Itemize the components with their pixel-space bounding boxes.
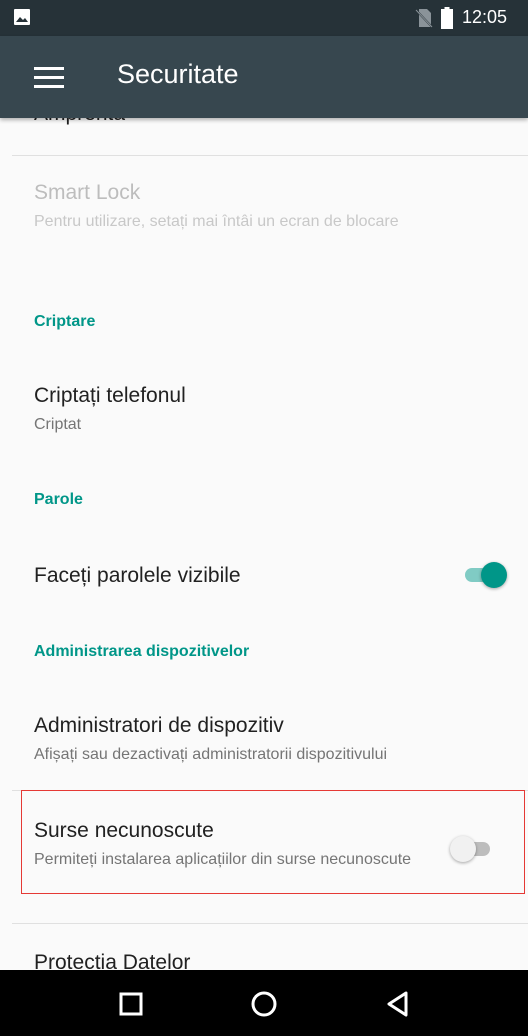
data-protection-item[interactable]: Protecția Datelor: [34, 950, 504, 970]
app-bar: Securitate: [0, 36, 528, 118]
data-protection-title: Protecția Datelor: [34, 951, 191, 970]
show-passwords-toggle[interactable]: [461, 562, 507, 588]
smart-lock-summary: Pentru utilizare, setați mai întâi un ec…: [34, 213, 399, 230]
recents-icon[interactable]: [117, 990, 145, 1018]
no-sim-icon: [415, 9, 433, 28]
section-header-device-admin: Administrarea dispozitivelor: [34, 643, 250, 660]
show-passwords-title: Faceți parolele vizibile: [34, 564, 241, 587]
section-header-encryption: Criptare: [34, 313, 96, 330]
settings-list[interactable]: Amprentă Smart Lock Pentru utilizare, se…: [0, 118, 528, 970]
encrypt-phone-title: Criptați telefonul: [34, 384, 186, 407]
smart-lock-title: Smart Lock: [34, 181, 141, 204]
page-title: Securitate: [117, 59, 239, 89]
device-admins-summary: Afișați sau dezactivați administratorii …: [34, 746, 388, 763]
show-passwords-item[interactable]: Faceți parolele vizibile: [34, 563, 504, 589]
status-clock: 12:05: [462, 7, 508, 27]
encrypt-phone-summary: Criptat: [34, 416, 82, 433]
fingerprint-item[interactable]: Amprentă: [34, 118, 125, 126]
device-admins-title: Administratori de dispozitiv: [34, 714, 284, 737]
unknown-sources-highlight: [21, 790, 525, 894]
encrypt-phone-item[interactable]: Criptați telefonul Criptat: [34, 383, 504, 435]
battery-icon: [441, 7, 453, 29]
back-icon[interactable]: [384, 990, 412, 1018]
device-admins-item[interactable]: Administratori de dispozitiv Afișați sau…: [34, 713, 504, 765]
divider: [12, 155, 528, 156]
status-bar: 12:05: [0, 0, 528, 36]
navigation-bar: [0, 970, 528, 1036]
menu-icon[interactable]: [34, 67, 68, 89]
section-header-passwords: Parole: [34, 491, 83, 508]
smart-lock-item: Smart Lock Pentru utilizare, setați mai …: [34, 180, 504, 232]
gallery-notification-icon: [14, 9, 30, 25]
home-icon[interactable]: [250, 990, 278, 1018]
divider: [12, 923, 528, 924]
